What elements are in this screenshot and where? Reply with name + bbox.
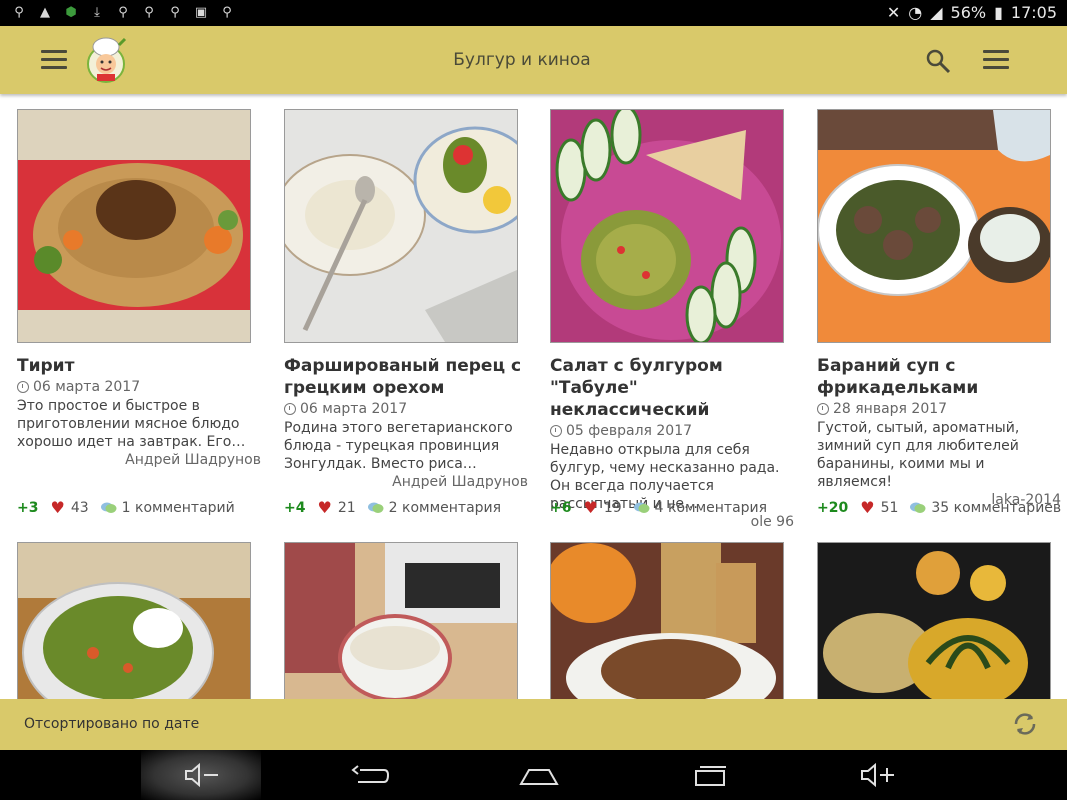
comment-icon[interactable]	[910, 501, 926, 514]
volume-up-icon[interactable]	[858, 760, 898, 790]
recipe-card[interactable]	[17, 542, 261, 704]
like-count: 43	[70, 499, 89, 516]
comment-icon[interactable]	[100, 501, 117, 514]
notification-icon: ⚲	[14, 4, 24, 20]
recipe-description: Густой, сытый, ароматный, зимний суп для…	[817, 420, 1020, 490]
search-icon: ⚲	[222, 4, 232, 20]
status-bar: ⚲ ▲ ⬢ ⤓ ⚲ ⚲ ⚲ ▣ ⚲ ✕ ◔ ◢ 56% ▮ 17:05	[0, 0, 1067, 26]
recipe-author[interactable]: Андрей Шадрунов	[17, 451, 261, 469]
recipe-date: 06 марта 2017	[284, 401, 528, 417]
recipe-photo[interactable]	[17, 109, 251, 343]
recipe-card[interactable]: Салат с булгуром "Табуле" неклассический…	[550, 109, 794, 531]
back-icon[interactable]	[350, 760, 390, 790]
app-bar: Булгур и киноа	[0, 26, 1067, 94]
recipe-description: Это простое и быстрое в приготовлении мя…	[17, 398, 246, 450]
battery-level: 56%	[950, 3, 987, 22]
recipe-date: 05 февраля 2017	[550, 423, 794, 439]
recipe-card[interactable]: Бараний суп с фрикадельками 28 января 20…	[817, 109, 1061, 517]
clock-time: 17:05	[1010, 3, 1057, 22]
recipe-photo[interactable]	[550, 542, 784, 704]
shield-icon: ⬢	[65, 4, 77, 20]
mute-icon: ✕	[886, 3, 901, 22]
sort-bar: Отсортировано по дате	[0, 699, 1067, 750]
like-count: 21	[337, 499, 356, 516]
recipe-card[interactable]	[550, 542, 794, 704]
heart-icon[interactable]: ♥	[317, 498, 331, 517]
notification-icons: ⚲ ▲ ⬢ ⤓ ⚲ ⚲ ⚲ ▣ ⚲	[10, 3, 236, 21]
recipe-photo[interactable]	[284, 109, 518, 343]
recipe-photo[interactable]	[17, 542, 251, 704]
clock-icon	[17, 381, 29, 393]
recipe-title[interactable]: Фаршированый перец с грецким орехом	[284, 355, 528, 399]
sort-label: Отсортировано по дате	[24, 716, 200, 732]
recipe-author[interactable]: Андрей Шадрунов	[284, 473, 528, 491]
recipe-stats: +20 ♥ 51 35 комментариев	[817, 498, 1061, 517]
recipe-title[interactable]: Салат с булгуром "Табуле" неклассический	[550, 355, 794, 421]
warning-icon: ▲	[40, 4, 50, 20]
recipe-card[interactable]	[284, 542, 528, 704]
menu-icon[interactable]	[983, 50, 1009, 70]
download-icon: ⤓	[94, 4, 100, 20]
recipe-card[interactable]	[817, 542, 1061, 704]
vote-count[interactable]: +6	[550, 500, 571, 516]
heart-icon[interactable]: ♥	[583, 498, 597, 517]
comment-count[interactable]: 1 комментарий	[122, 500, 235, 516]
heart-icon[interactable]: ♥	[860, 498, 874, 517]
refresh-icon[interactable]	[1012, 711, 1038, 737]
recipe-photo[interactable]	[550, 109, 784, 343]
recipe-photo[interactable]	[284, 542, 518, 704]
image-icon: ▣	[194, 4, 208, 20]
recipe-photo[interactable]	[817, 109, 1051, 343]
notification-icon: ⚲	[144, 4, 154, 20]
comment-count[interactable]: 2 комментария	[389, 500, 501, 516]
recipe-card[interactable]: Фаршированый перец с грецким орехом 06 м…	[284, 109, 528, 517]
recipe-date: 06 марта 2017	[17, 379, 261, 395]
search-icon[interactable]	[925, 48, 951, 74]
like-count: 51	[880, 499, 899, 516]
date-text: 28 января 2017	[833, 401, 948, 417]
notification-icon: ⚲	[118, 4, 128, 20]
page-title: Булгур и киноа	[453, 50, 591, 70]
clock-icon	[550, 425, 562, 437]
recipe-card[interactable]: Тирит 06 марта 2017 Это простое и быстро…	[17, 109, 261, 517]
recipe-date: 28 января 2017	[817, 401, 1061, 417]
like-count: 19	[603, 499, 622, 516]
navigation-bar	[0, 750, 1067, 800]
home-icon[interactable]	[519, 760, 559, 790]
recipe-title[interactable]: Бараний суп с фрикадельками	[817, 355, 1061, 399]
recipe-title[interactable]: Тирит	[17, 355, 261, 377]
signal-icon: ◢	[930, 3, 943, 22]
comment-count[interactable]: 4 комментария	[655, 500, 767, 516]
battery-icon: ▮	[994, 3, 1003, 22]
date-text: 06 марта 2017	[33, 379, 141, 395]
date-text: 05 февраля 2017	[566, 423, 693, 439]
recipe-photo[interactable]	[817, 542, 1051, 704]
recipe-description: Родина этого вегетарианского блюда - тур…	[284, 420, 513, 472]
comment-count[interactable]: 35 комментариев	[931, 500, 1061, 516]
vote-count[interactable]: +20	[817, 500, 848, 516]
recent-apps-icon[interactable]	[690, 760, 730, 790]
notification-icon: ⚲	[170, 4, 180, 20]
vote-count[interactable]: +3	[17, 500, 38, 516]
heart-icon[interactable]: ♥	[50, 498, 64, 517]
recipe-stats: +4 ♥ 21 2 комментария	[284, 498, 501, 517]
recipe-stats: +3 ♥ 43 1 комментарий	[17, 498, 235, 517]
clock-icon	[284, 403, 296, 415]
comment-icon[interactable]	[633, 501, 650, 514]
date-text: 06 марта 2017	[300, 401, 408, 417]
volume-down-icon[interactable]	[182, 760, 222, 790]
system-indicators: ✕ ◔ ◢ 56% ▮ 17:05	[887, 3, 1057, 22]
wifi-icon: ◔	[908, 3, 923, 22]
vote-count[interactable]: +4	[284, 500, 305, 516]
recipe-stats: +6 ♥ 19 4 комментария	[550, 498, 767, 517]
comment-icon[interactable]	[367, 501, 384, 514]
clock-icon	[817, 403, 829, 415]
